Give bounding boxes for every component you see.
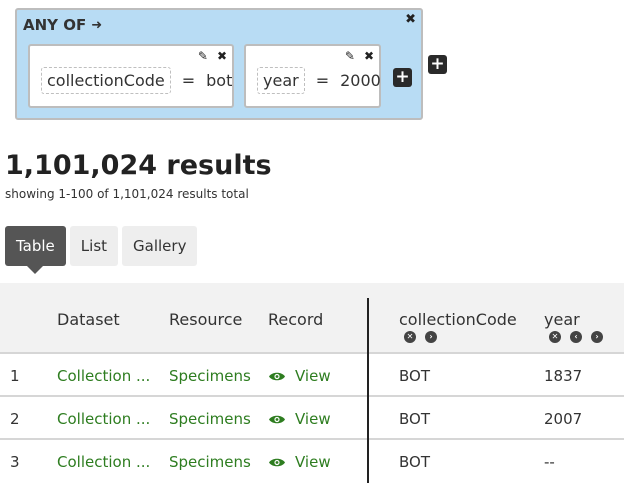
- add-clause-button[interactable]: +: [393, 68, 412, 87]
- eye-icon: [269, 458, 285, 466]
- row-number: 3: [10, 453, 20, 471]
- resource-link[interactable]: Specimens: [169, 410, 251, 428]
- dataset-link[interactable]: Collection ...: [57, 367, 150, 385]
- cell-year: 1837: [544, 367, 583, 385]
- view-label: View: [295, 453, 331, 471]
- add-group-button[interactable]: +: [428, 55, 447, 74]
- view-record-link[interactable]: View: [268, 410, 331, 428]
- header-dataset[interactable]: Dataset: [57, 310, 120, 329]
- group-operator-label: ANY OF: [23, 16, 87, 34]
- clause-value[interactable]: 2000: [340, 71, 381, 90]
- row-number: 2: [10, 410, 20, 428]
- move-right-icon[interactable]: ›: [425, 331, 437, 343]
- filter-clause: ✎ ✖ year = 2000: [244, 44, 381, 108]
- result-count: 1,101,024 results: [5, 150, 272, 181]
- dataset-link[interactable]: Collection ...: [57, 410, 150, 428]
- table-row: 2 Collection ... Specimens View BOT 2007: [0, 397, 624, 440]
- clause-operator: =: [181, 71, 196, 90]
- view-label: View: [295, 367, 331, 385]
- plus-icon: +: [395, 67, 410, 87]
- filter-clause: ✎ ✖ collectionCode = bot: [28, 44, 234, 108]
- eye-icon: [269, 415, 285, 423]
- tab-list[interactable]: List: [69, 226, 119, 266]
- cell-year: --: [544, 453, 555, 471]
- group-operator[interactable]: ANY OF ➜: [23, 16, 102, 34]
- resource-link[interactable]: Specimens: [169, 453, 251, 471]
- pencil-icon[interactable]: ✎: [198, 49, 208, 63]
- arrow-right-icon: ➜: [91, 17, 103, 33]
- row-number: 1: [10, 367, 20, 385]
- results-range: showing 1-100 of 1,101,024 results total: [5, 187, 249, 201]
- clause-operator: =: [315, 71, 330, 90]
- plus-icon: +: [430, 54, 445, 74]
- cell-year: 2007: [544, 410, 583, 428]
- column-divider: [367, 298, 369, 483]
- clause-field[interactable]: collectionCode: [41, 67, 171, 94]
- cell-collection-code: BOT: [399, 410, 430, 428]
- cell-collection-code: BOT: [399, 367, 430, 385]
- cell-collection-code: BOT: [399, 453, 430, 471]
- table-row: 1 Collection ... Specimens View BOT 1837: [0, 354, 624, 397]
- move-right-icon[interactable]: ›: [591, 331, 603, 343]
- tab-table[interactable]: Table: [5, 226, 66, 274]
- header-record[interactable]: Record: [268, 310, 323, 329]
- dataset-link[interactable]: Collection ...: [57, 453, 150, 471]
- tab-gallery[interactable]: Gallery: [122, 226, 198, 266]
- view-label: View: [295, 410, 331, 428]
- eye-icon: [269, 372, 285, 380]
- clause-field[interactable]: year: [257, 67, 305, 94]
- view-record-link[interactable]: View: [268, 367, 331, 385]
- filter-group: ANY OF ➜ ✖ ✎ ✖ collectionCode = bot ✎ ✖ …: [15, 8, 423, 120]
- resource-link[interactable]: Specimens: [169, 367, 251, 385]
- header-collection-code[interactable]: collectionCode: [399, 310, 517, 329]
- table-row: 3 Collection ... Specimens View BOT --: [0, 440, 624, 483]
- results-table: Dataset Resource Record collectionCode ✕…: [0, 283, 624, 483]
- close-icon[interactable]: ✖: [364, 49, 374, 63]
- view-record-link[interactable]: View: [268, 453, 331, 471]
- pencil-icon[interactable]: ✎: [345, 49, 355, 63]
- remove-column-icon[interactable]: ✕: [549, 331, 561, 343]
- view-tabs: Table List Gallery: [5, 226, 198, 274]
- header-resource[interactable]: Resource: [169, 310, 242, 329]
- move-left-icon[interactable]: ‹: [570, 331, 582, 343]
- clause-value[interactable]: bot: [206, 71, 232, 90]
- remove-column-icon[interactable]: ✕: [404, 331, 416, 343]
- close-icon[interactable]: ✖: [217, 49, 227, 63]
- header-year[interactable]: year: [544, 310, 580, 329]
- close-icon[interactable]: ✖: [405, 12, 416, 27]
- table-header: Dataset Resource Record collectionCode ✕…: [0, 283, 624, 354]
